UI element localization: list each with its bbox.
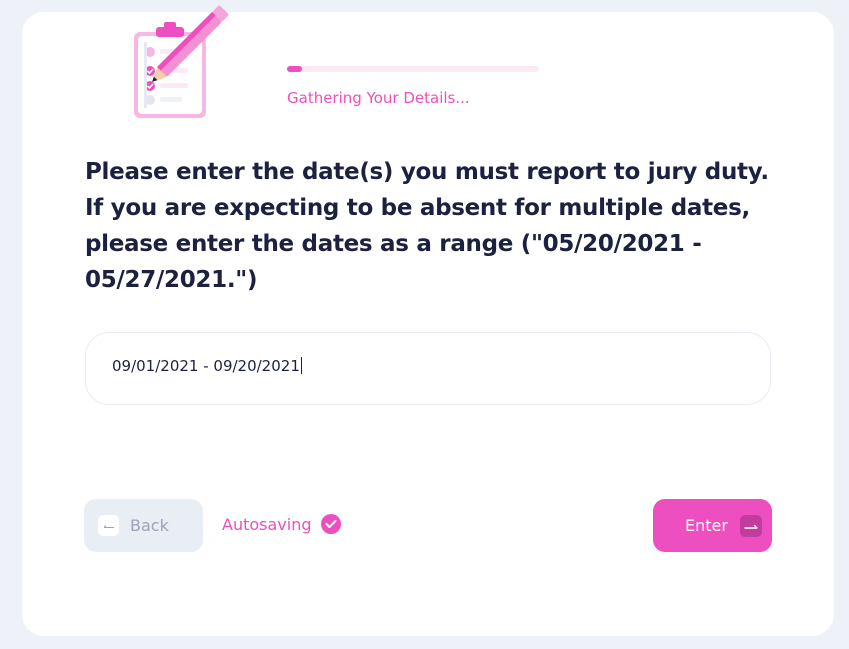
progress-label: Gathering Your Details...: [287, 89, 470, 107]
answer-input[interactable]: 09/01/2021 - 09/20/2021: [112, 357, 732, 381]
enter-button[interactable]: Enter: [653, 499, 772, 552]
enter-button-label: Enter: [685, 516, 728, 535]
enter-arrow-icon: [739, 514, 762, 537]
back-arrow-icon: [98, 515, 119, 536]
autosave-label: Autosaving: [222, 514, 312, 534]
answer-value: 09/01/2021 - 09/20/2021: [112, 357, 300, 375]
back-button-label: Back: [130, 516, 169, 535]
question-text: Please enter the date(s) you must report…: [85, 159, 769, 293]
progress-bar: [287, 66, 539, 72]
autosave-status: Autosaving: [222, 514, 341, 534]
answer-field[interactable]: 09/01/2021 - 09/20/2021: [85, 332, 771, 405]
progress-bar-fill: [287, 66, 303, 72]
check-circle-icon: [320, 514, 341, 534]
back-button[interactable]: Back: [84, 499, 203, 552]
clipboard-pencil-icon: [128, 0, 248, 122]
text-caret: [300, 357, 302, 374]
